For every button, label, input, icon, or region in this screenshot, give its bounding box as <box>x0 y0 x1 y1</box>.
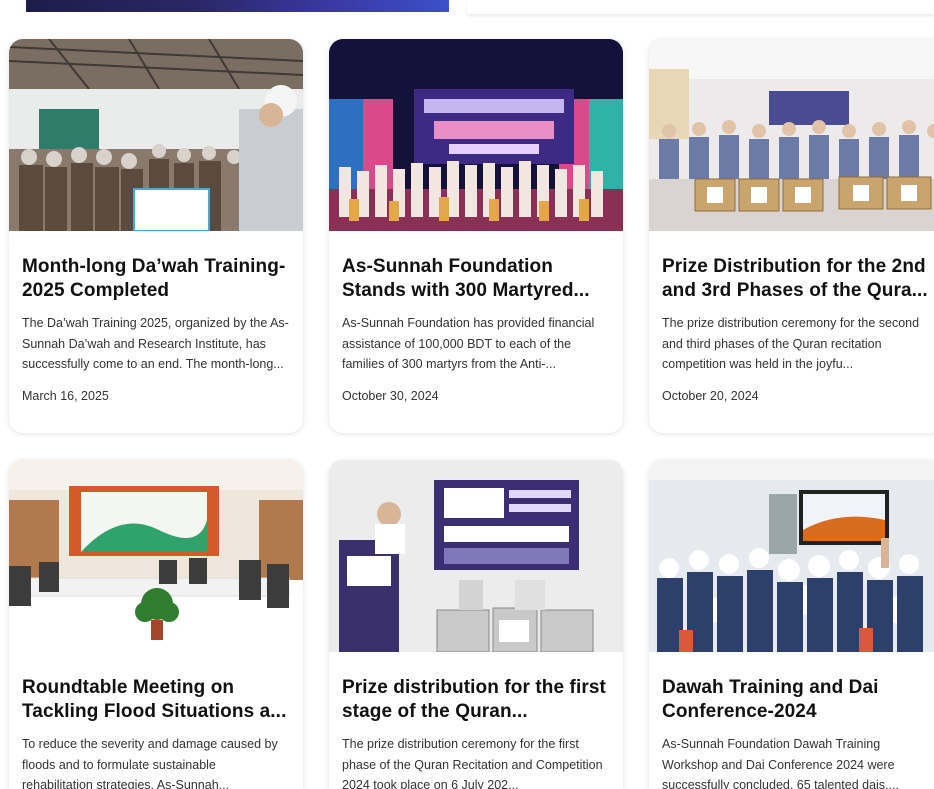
news-grid: Month-long Da’wah Training-2025 Complete… <box>0 0 934 789</box>
news-card[interactable]: Roundtable Meeting on Tackling Flood Sit… <box>9 460 303 789</box>
news-card-date: October 20, 2024 <box>662 389 759 403</box>
news-card-title[interactable]: Prize Distribution for the 2nd and 3rd P… <box>662 255 930 303</box>
news-card-image[interactable] <box>329 460 623 652</box>
news-card-excerpt: To reduce the severity and damage caused… <box>22 737 278 789</box>
news-card-date: March 16, 2025 <box>22 389 109 403</box>
news-card-title[interactable]: Month-long Da’wah Training-2025 Complete… <box>22 255 290 303</box>
news-card-image[interactable] <box>9 460 303 652</box>
news-card-title[interactable]: Dawah Training and Dai Conference-2024 <box>662 676 930 724</box>
news-card[interactable]: Dawah Training and Dai Conference-2024 A… <box>649 460 934 789</box>
news-card[interactable]: As-Sunnah Foundation Stands with 300 Mar… <box>329 39 623 433</box>
news-card-title[interactable]: As-Sunnah Foundation Stands with 300 Mar… <box>342 255 610 303</box>
news-card[interactable]: Prize distribution for the first stage o… <box>329 460 623 789</box>
news-card-image[interactable] <box>649 460 934 652</box>
news-card[interactable]: Month-long Da’wah Training-2025 Complete… <box>9 39 303 433</box>
news-card-image[interactable] <box>649 39 934 231</box>
news-card-excerpt: The Da’wah Training 2025, organized by t… <box>22 316 289 371</box>
news-card-excerpt: The prize distribution ceremony for the … <box>342 737 603 789</box>
news-card-image[interactable] <box>329 39 623 231</box>
news-card-title[interactable]: Roundtable Meeting on Tackling Flood Sit… <box>22 676 290 724</box>
news-card-title[interactable]: Prize distribution for the first stage o… <box>342 676 610 724</box>
news-card-excerpt: As-Sunnah Foundation has provided financ… <box>342 316 595 371</box>
news-card-image[interactable] <box>9 39 303 231</box>
news-card-excerpt: As-Sunnah Foundation Dawah Training Work… <box>662 737 899 789</box>
news-card[interactable]: Prize Distribution for the 2nd and 3rd P… <box>649 39 934 433</box>
news-card-date: October 30, 2024 <box>342 389 439 403</box>
news-card-excerpt: The prize distribution ceremony for the … <box>662 316 920 371</box>
